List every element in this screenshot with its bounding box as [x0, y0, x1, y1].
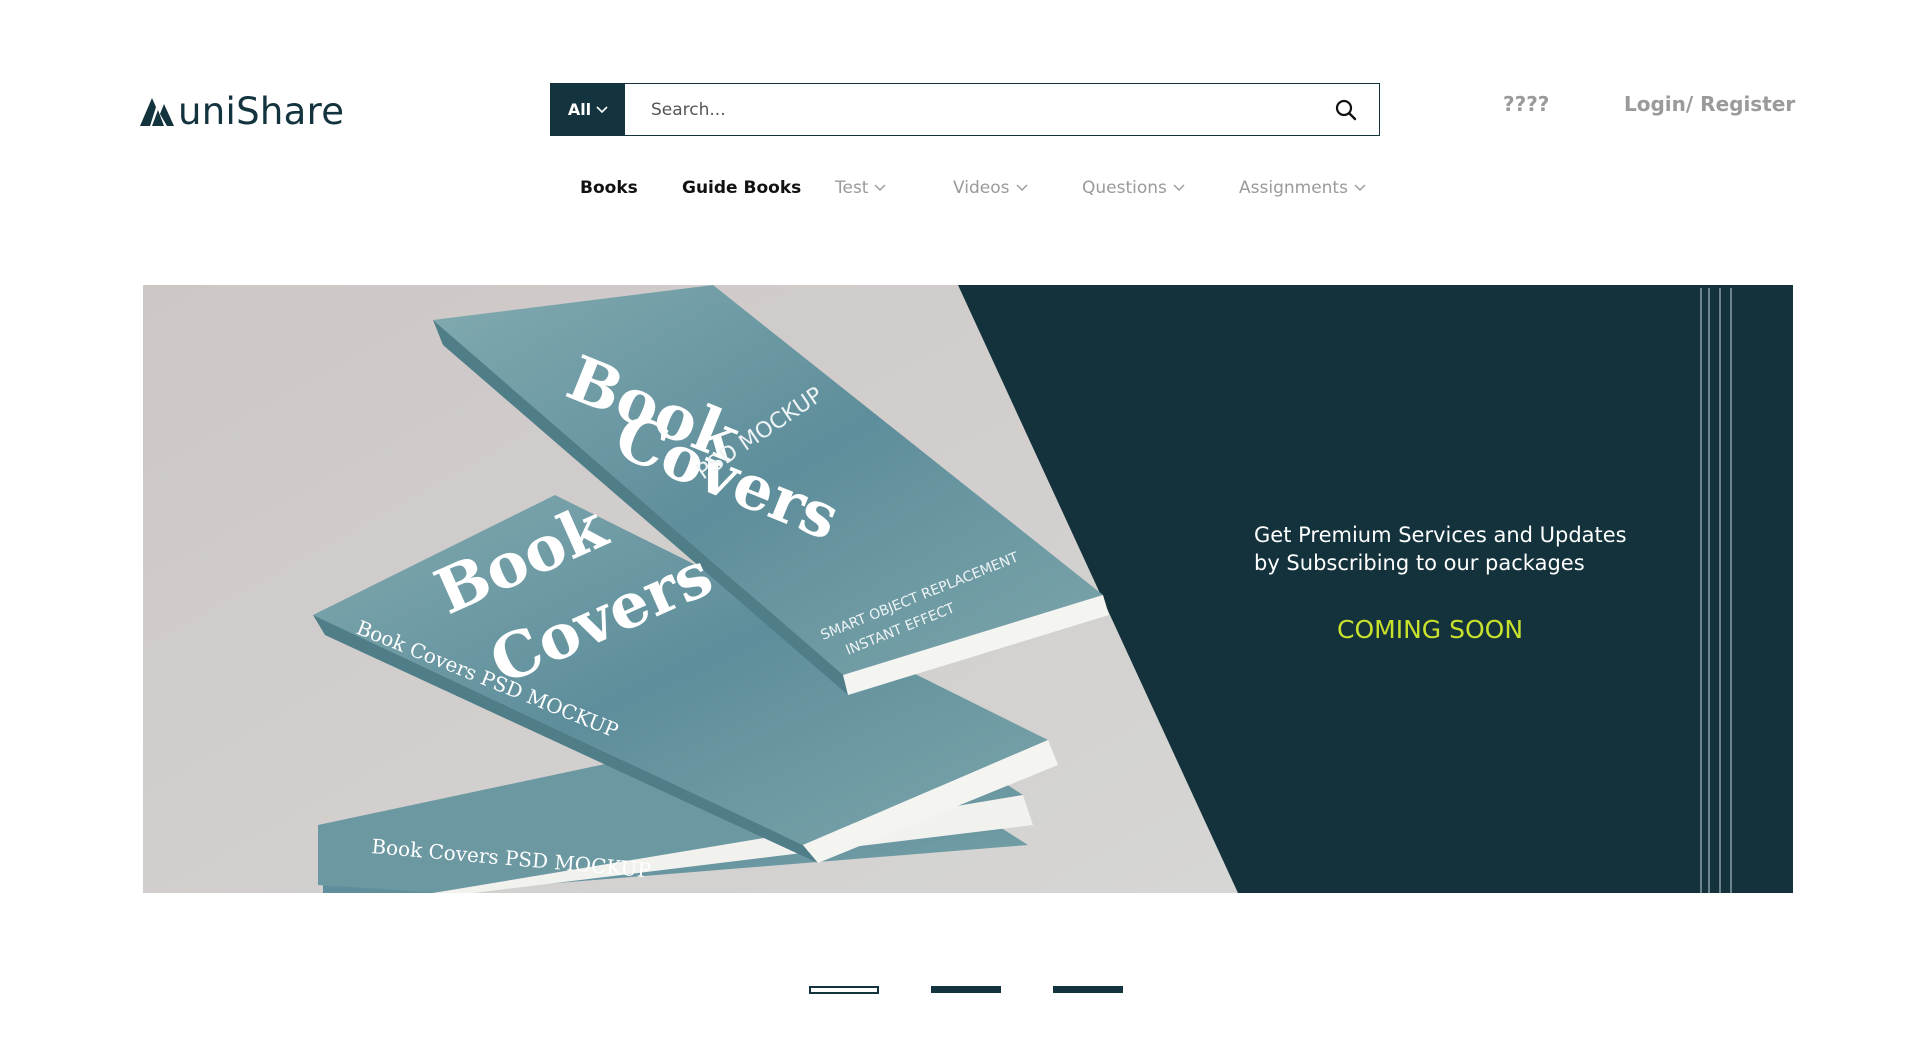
login-register-link[interactable]: Login/ Register — [1624, 92, 1795, 116]
nav-item-videos[interactable]: Videos — [953, 178, 1028, 198]
nav-item-label: Books — [580, 178, 638, 198]
nav-item-assignments[interactable]: Assignments — [1239, 178, 1366, 198]
carousel-indicator-3[interactable] — [1053, 986, 1123, 993]
chevron-down-icon — [1016, 184, 1027, 191]
nav-item-guide-books[interactable]: Guide Books — [682, 178, 801, 198]
nav-item-label: Questions — [1082, 178, 1167, 198]
search-icon — [1335, 99, 1357, 120]
logo[interactable]: uniShare — [140, 88, 344, 134]
search-button[interactable] — [1313, 84, 1379, 135]
banner-line1: Get Premium Services and Updates — [1254, 523, 1627, 547]
coming-soon-label: COMING SOON — [1337, 615, 1524, 644]
nav-item-questions[interactable]: Questions — [1082, 178, 1185, 198]
search-category-dropdown[interactable]: All — [551, 84, 625, 135]
book-mockup-image: Book Covers PSD MOCKUP SMART OBJECT REPL… — [143, 285, 1732, 893]
nav-item-test[interactable]: Test — [835, 178, 886, 198]
chevron-down-icon — [596, 105, 608, 113]
hero-banner[interactable]: Book Covers PSD MOCKUP SMART OBJECT REPL… — [143, 285, 1793, 893]
nav-item-label: Videos — [953, 178, 1010, 198]
logo-text: uniShare — [178, 89, 345, 133]
nav-item-label: Test — [835, 178, 869, 198]
nav-item-books[interactable]: Books — [580, 178, 638, 198]
search-input[interactable] — [625, 84, 1313, 135]
carousel-indicators — [0, 986, 1920, 994]
main-nav: Books Guide Books Test Videos Questions … — [0, 178, 1920, 204]
chevron-down-icon — [874, 184, 886, 191]
chevron-down-icon — [1173, 184, 1185, 191]
chevron-down-icon — [1354, 184, 1366, 191]
carousel-indicator-1[interactable] — [809, 986, 879, 994]
banner-message: Get Premium Services and Updates by Subs… — [1254, 521, 1627, 577]
logo-icon — [140, 98, 174, 126]
header-unknown-link[interactable]: ???? — [1503, 92, 1549, 116]
banner-line2: by Subscribing to our packages — [1254, 551, 1585, 575]
search-bar: All — [550, 83, 1380, 136]
nav-item-label: Guide Books — [682, 178, 802, 198]
carousel-indicator-2[interactable] — [931, 986, 1001, 993]
search-category-label: All — [567, 100, 592, 119]
nav-item-label: Assignments — [1239, 178, 1348, 198]
